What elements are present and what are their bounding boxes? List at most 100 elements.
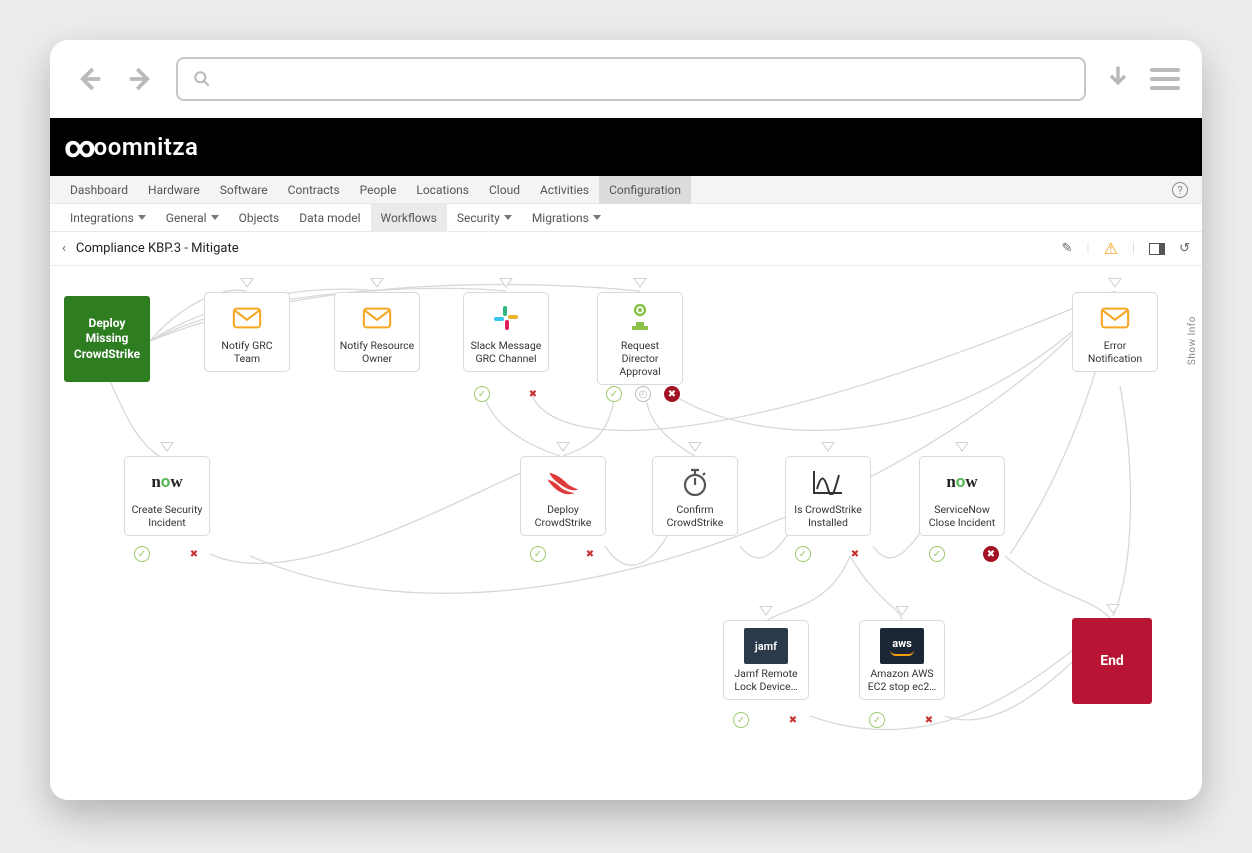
node-aws-stop[interactable]: aws Amazon AWS EC2 stop ec2… <box>859 620 945 700</box>
warning-icon[interactable]: ⚠ <box>1104 239 1118 258</box>
node-input-marker <box>499 278 513 288</box>
node-input-marker <box>370 278 384 288</box>
tab-hardware[interactable]: Hardware <box>138 176 210 204</box>
node-label: Slack Message GRC Channel <box>468 339 544 365</box>
node-label: Request Director Approval <box>602 339 678 378</box>
workflow-start-node[interactable]: Deploy Missing CrowdStrike <box>64 296 150 382</box>
history-icon[interactable]: ↺ <box>1179 241 1190 256</box>
aws-icon: aws <box>864 629 940 663</box>
tab-cloud[interactable]: Cloud <box>479 176 530 204</box>
crowdstrike-icon <box>525 465 601 499</box>
node-deploy-crowdstrike[interactable]: Deploy CrowdStrike <box>520 456 606 536</box>
brand-logo: ∞oomnitza <box>64 130 198 165</box>
slack-icon <box>468 301 544 335</box>
tab-contracts[interactable]: Contracts <box>278 176 350 204</box>
node-input-marker <box>895 606 909 616</box>
mail-icon <box>339 301 415 335</box>
node-request-approval[interactable]: Request Director Approval <box>597 292 683 385</box>
browser-bar <box>50 40 1202 118</box>
subtab-objects[interactable]: Objects <box>229 204 290 232</box>
condition-icon <box>790 465 866 499</box>
tab-dashboard[interactable]: Dashboard <box>60 176 138 204</box>
subtab-security[interactable]: Security <box>447 204 522 232</box>
node-slack-grc[interactable]: Slack Message GRC Channel <box>463 292 549 372</box>
tab-locations[interactable]: Locations <box>406 176 479 204</box>
node-sn-close[interactable]: now ServiceNow Close Incident <box>919 456 1005 536</box>
app-header: ∞oomnitza <box>50 118 1202 176</box>
subtab-integrations[interactable]: Integrations <box>60 204 156 232</box>
node-notify-owner[interactable]: Notify Resource Owner <box>334 292 420 372</box>
workflow-canvas[interactable]: Show Info <box>50 266 1202 800</box>
node-label: Error Notification <box>1077 339 1153 365</box>
outcome-fail-icon: ✖ <box>921 712 937 728</box>
node-input-marker <box>160 442 174 452</box>
node-notify-grc[interactable]: Notify GRC Team <box>204 292 290 372</box>
node-input-marker <box>633 278 647 288</box>
outcome-fail-icon: ✖ <box>582 546 598 562</box>
mail-icon <box>209 301 285 335</box>
primary-nav: Dashboard Hardware Software Contracts Pe… <box>50 176 1202 204</box>
show-info-toggle[interactable]: Show Info <box>1187 316 1198 365</box>
menu-icon[interactable] <box>1150 68 1180 90</box>
subtab-general[interactable]: General <box>156 204 229 232</box>
approval-icon <box>602 301 678 335</box>
outcome-fail-icon: ✖ <box>525 386 541 402</box>
panel-toggle-icon[interactable] <box>1149 243 1165 255</box>
address-input[interactable] <box>220 71 1070 87</box>
subtab-datamodel[interactable]: Data model <box>289 204 370 232</box>
node-jamf-lock[interactable]: jamf Jamf Remote Lock Device… <box>723 620 809 700</box>
node-input-marker <box>1106 604 1120 614</box>
subtab-migrations[interactable]: Migrations <box>522 204 611 232</box>
tab-activities[interactable]: Activities <box>530 176 599 204</box>
outcome-success-icon: ✓ <box>134 546 150 562</box>
node-create-incident[interactable]: now Create Security Incident <box>124 456 210 536</box>
browser-forward-icon[interactable] <box>124 62 158 96</box>
node-label: End <box>1100 653 1124 669</box>
node-label: Amazon AWS EC2 stop ec2… <box>864 667 940 693</box>
edit-icon[interactable]: ✎ <box>1061 241 1072 256</box>
node-label: ServiceNow Close Incident <box>924 503 1000 529</box>
outcome-pending-icon: ◴ <box>635 386 651 402</box>
node-label: Confirm CrowdStrike <box>657 503 733 529</box>
node-label: Is CrowdStrike Installed <box>790 503 866 529</box>
workflow-end-node[interactable]: End <box>1072 618 1152 704</box>
outcome-fail-icon: ✖ <box>847 546 863 562</box>
secondary-nav: Integrations General Objects Data model … <box>50 204 1202 232</box>
node-label: Notify Resource Owner <box>339 339 415 365</box>
breadcrumb: ‹ Compliance KBP.3 - Mitigate ✎ | ⚠ | ↺ <box>50 232 1202 266</box>
address-bar[interactable] <box>176 57 1086 101</box>
help-icon[interactable]: ? <box>1172 182 1188 198</box>
outcome-success-icon: ✓ <box>733 712 749 728</box>
browser-back-icon[interactable] <box>72 62 106 96</box>
chevron-down-icon <box>211 215 219 220</box>
tab-people[interactable]: People <box>350 176 407 204</box>
jamf-icon: jamf <box>728 629 804 663</box>
chevron-down-icon <box>593 215 601 220</box>
node-input-marker <box>556 442 570 452</box>
chevron-down-icon <box>138 215 146 220</box>
outcome-fail-icon: ✖ <box>186 546 202 562</box>
node-label: Notify GRC Team <box>209 339 285 365</box>
outcome-success-icon: ✓ <box>474 386 490 402</box>
node-input-marker <box>1108 278 1122 288</box>
node-label: Deploy Missing CrowdStrike <box>70 316 144 363</box>
subtab-workflows[interactable]: Workflows <box>371 204 447 232</box>
servicenow-icon: now <box>129 465 205 499</box>
outcome-success-icon: ✓ <box>795 546 811 562</box>
mail-icon <box>1077 301 1153 335</box>
node-input-marker <box>955 442 969 452</box>
node-label: Deploy CrowdStrike <box>525 503 601 529</box>
outcome-success-icon: ✓ <box>530 546 546 562</box>
node-is-installed[interactable]: Is CrowdStrike Installed <box>785 456 871 536</box>
app-frame: ∞oomnitza Dashboard Hardware Software Co… <box>50 40 1202 800</box>
node-input-marker <box>821 442 835 452</box>
node-confirm-crowdstrike[interactable]: Confirm CrowdStrike <box>652 456 738 536</box>
tab-software[interactable]: Software <box>210 176 278 204</box>
node-error-notification[interactable]: Error Notification <box>1072 292 1158 372</box>
brand-text: oomnitza <box>94 133 199 161</box>
search-icon <box>192 69 212 89</box>
outcome-success-icon: ✓ <box>606 386 622 402</box>
tab-configuration[interactable]: Configuration <box>599 176 691 204</box>
back-icon[interactable]: ‹ <box>62 241 66 256</box>
download-icon[interactable] <box>1104 63 1132 95</box>
